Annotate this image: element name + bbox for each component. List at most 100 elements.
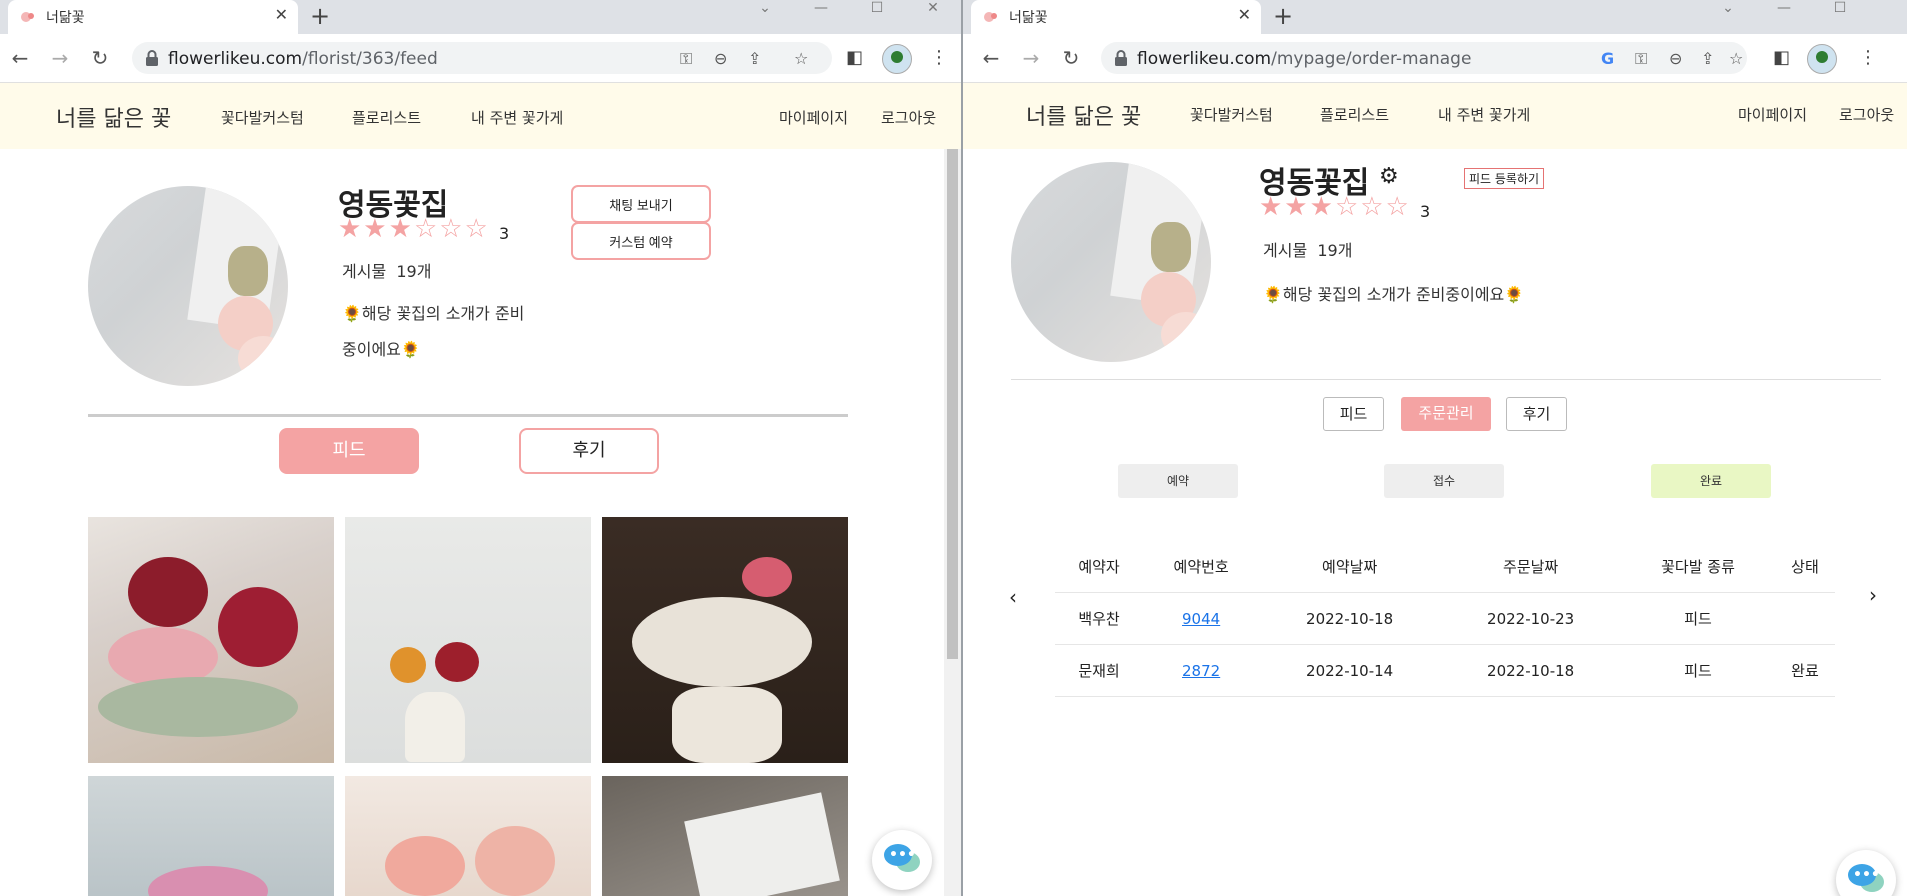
cell-order-date: 2022-10-23 [1440,592,1622,645]
chat-fab[interactable]: ••• [1836,850,1896,896]
address-bar[interactable]: flowerlikeu.com/florist/363/feed ⚿ ⊖ ⇪ ☆ [132,42,832,74]
share-icon[interactable]: ⇪ [748,49,761,68]
order-number-link[interactable]: 9044 [1182,610,1220,628]
window-controls: ⌄ — ☐ ✕ [755,0,943,20]
forward-icon[interactable]: → [48,46,72,70]
maximize-icon[interactable]: ☐ [1830,0,1850,20]
lock-icon [146,50,158,66]
col-header: 꽃다발 종류 [1621,540,1775,593]
cell-customer: 백우찬 [1055,592,1144,645]
tab-order-manage[interactable]: 주문관리 [1401,397,1491,431]
minimize-icon[interactable]: — [811,0,831,20]
bookmark-star-icon[interactable]: ☆ [794,49,808,68]
feed-photo[interactable] [602,776,848,896]
settings-gear-icon[interactable]: ⚙ [1379,164,1399,189]
prev-arrow-icon[interactable]: ‹ [1009,585,1017,609]
nav-florist[interactable]: 플로리스트 [1320,104,1389,125]
zoom-icon[interactable]: ⊖ [714,49,727,68]
table-header-row: 예약자 예약번호 예약날짜 주문날짜 꽃다발 종류 상태 [1055,540,1835,593]
cell-customer: 문재희 [1055,644,1144,697]
rating-stars: ★★★☆☆☆ [338,214,490,244]
browser-tab[interactable]: 너닮꽃 ✕ [8,0,298,34]
nav-custom[interactable]: 꽃다발커스텀 [1190,104,1273,125]
cell-bouquet-type: 피드 [1621,644,1775,697]
feed-photo[interactable] [602,517,848,763]
bookmark-star-icon[interactable]: ☆ [1729,49,1743,68]
sidebar-icon[interactable]: ◧ [1773,47,1790,68]
sidebar-icon[interactable]: ◧ [846,47,863,68]
cell-reserve-date: 2022-10-18 [1259,592,1441,645]
key-icon[interactable]: ⚿ [680,49,692,69]
close-icon[interactable]: ✕ [1238,5,1251,24]
key-icon[interactable]: ⚿ [1635,49,1647,69]
back-icon[interactable]: ← [979,46,1003,70]
close-window-icon[interactable]: ✕ [923,0,943,20]
divider [88,414,848,417]
url-text: flowerlikeu.com/mypage/order-manage [1137,49,1472,69]
nav-nearby[interactable]: 내 주변 꽃가게 [1438,104,1530,125]
new-tab-icon[interactable]: + [1273,2,1293,30]
brand-logo[interactable]: 너를 닮은 꽃 [56,101,171,133]
tab-title: 너닮꽃 [1009,10,1048,26]
nav-nearby[interactable]: 내 주변 꽃가게 [471,107,563,128]
profile-avatar[interactable] [1807,44,1837,74]
chat-bubble-icon: ••• [1853,867,1880,883]
browser-tab[interactable]: 너닮꽃 ✕ [971,0,1261,34]
nav-mypage[interactable]: 마이페이지 [1738,104,1807,125]
share-icon[interactable]: ⇪ [1701,49,1714,68]
maximize-icon[interactable]: ☐ [867,0,887,20]
zoom-icon[interactable]: ⊖ [1669,49,1682,68]
window-controls: ⌄ — ☐ [1718,0,1850,20]
rating-value: 3 [1420,202,1431,221]
dropdown-icon[interactable]: ⌄ [1718,0,1738,20]
chat-fab[interactable]: ••• [872,830,932,890]
tab-feed[interactable]: 피드 [1323,397,1384,431]
tab-strip: 너닮꽃 ✕ + ⌄ — ☐ ✕ [0,0,961,34]
tab-title: 너닮꽃 [46,10,85,26]
google-icon[interactable]: G [1601,49,1614,68]
post-count: 게시물 19개 [342,262,432,281]
custom-reserve-button[interactable]: 커스텀 예약 [571,222,711,260]
nav-logout[interactable]: 로그아웃 [881,107,936,128]
menu-icon[interactable]: ⋮ [1859,47,1877,68]
brand-logo[interactable]: 너를 닮은 꽃 [1026,99,1141,131]
reload-icon[interactable]: ↻ [1059,46,1083,70]
scrollbar[interactable] [944,149,961,896]
next-arrow-icon[interactable]: › [1869,583,1877,607]
dropdown-icon[interactable]: ⌄ [755,0,775,20]
nav-florist[interactable]: 플로리스트 [352,107,421,128]
menu-icon[interactable]: ⋮ [930,47,948,68]
tab-strip: 너닮꽃 ✕ + ⌄ — ☐ [963,0,1907,34]
tab-feed[interactable]: 피드 [279,428,419,474]
filter-received[interactable]: 접수 [1384,464,1504,498]
address-bar[interactable]: flowerlikeu.com/mypage/order-manage G ⚿ … [1101,42,1747,74]
filter-complete[interactable]: 완료 [1651,464,1771,498]
feed-photo[interactable] [345,776,591,896]
tab-review[interactable]: 후기 [1506,397,1567,431]
close-icon[interactable]: ✕ [275,5,288,24]
filter-reserved[interactable]: 예약 [1118,464,1238,498]
browser-toolbar: ← → ↻ flowerlikeu.com/mypage/order-manag… [963,34,1907,83]
site-nav: 너를 닮은 꽃 꽃다발커스텀 플로리스트 내 주변 꽃가게 마이페이지 로그아웃 [0,83,961,149]
send-chat-button[interactable]: 채팅 보내기 [571,185,711,223]
nav-custom[interactable]: 꽃다발커스텀 [221,107,304,128]
feed-photo[interactable] [88,517,334,763]
nav-mypage[interactable]: 마이페이지 [779,107,848,128]
shop-profile-image [88,186,288,386]
reload-icon[interactable]: ↻ [88,46,112,70]
tab-review[interactable]: 후기 [519,428,659,474]
back-icon[interactable]: ← [8,46,32,70]
cell-order-date: 2022-10-18 [1440,644,1622,697]
minimize-icon[interactable]: — [1774,0,1794,20]
profile-avatar[interactable] [882,44,912,74]
order-number-link[interactable]: 2872 [1182,662,1220,680]
feed-photo[interactable] [345,517,591,763]
chat-bubble-icon: ••• [889,847,916,863]
nav-logout[interactable]: 로그아웃 [1839,104,1894,125]
feed-register-button[interactable]: 피드 등록하기 [1464,168,1545,189]
shop-profile-image [1011,162,1211,362]
new-tab-icon[interactable]: + [310,2,330,30]
col-header: 예약자 [1055,540,1144,593]
feed-photo[interactable] [88,776,334,896]
forward-icon[interactable]: → [1019,46,1043,70]
